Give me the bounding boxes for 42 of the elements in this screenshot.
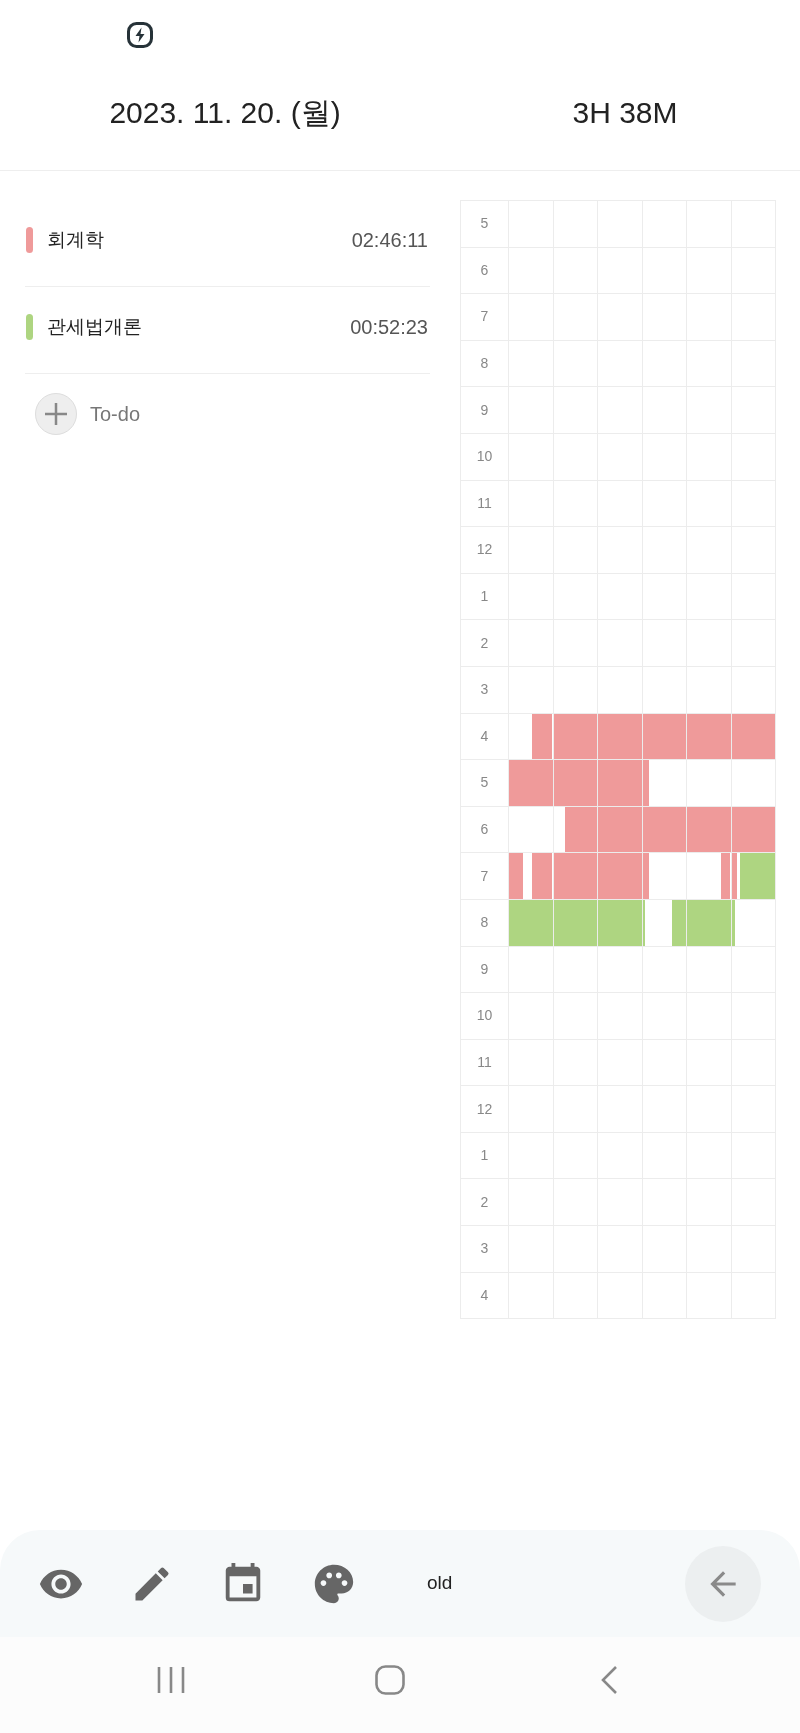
hour-label: 9 <box>480 400 489 420</box>
total-time: 3H 38M <box>572 94 678 131</box>
hour-label: 1 <box>480 587 489 607</box>
hour-label: 2 <box>480 1192 489 1212</box>
add-button[interactable] <box>35 393 77 435</box>
date-title: 2023. 11. 20. (월) <box>109 94 341 131</box>
todo-label[interactable]: To-do <box>90 399 141 429</box>
chevron-left-icon <box>600 1665 618 1695</box>
subject-time: 00:52:23 <box>350 315 428 340</box>
hour-label: 7 <box>480 307 489 327</box>
hour-label: 2 <box>480 633 489 653</box>
study-time-block <box>731 713 775 760</box>
hour-label: 4 <box>480 1285 489 1305</box>
hour-label: 10 <box>476 447 493 467</box>
study-time-block <box>687 713 731 760</box>
hour-label: 6 <box>480 820 489 839</box>
hour-label: 12 <box>476 540 493 560</box>
hour-label: 11 <box>477 1053 492 1072</box>
old-button[interactable]: old <box>422 1563 458 1604</box>
hour-label: 10 <box>476 1006 493 1026</box>
hour-label: 3 <box>480 1239 489 1259</box>
hour-label: 6 <box>480 260 489 280</box>
recent-apps-icon <box>157 1666 185 1694</box>
subject-time: 02:46:11 <box>351 228 428 253</box>
hour-label: 5 <box>480 214 489 234</box>
hour-label: 4 <box>480 726 489 746</box>
hour-label: 3 <box>480 680 489 700</box>
hour-label: 9 <box>480 959 489 979</box>
hour-label: 8 <box>480 913 489 933</box>
hour-label: 11 <box>477 493 492 513</box>
plus-icon <box>45 403 67 425</box>
hour-label: 7 <box>480 866 489 886</box>
bolt-icon <box>127 22 153 48</box>
hour-label: 12 <box>476 1099 493 1119</box>
hour-label: 1 <box>480 1146 489 1166</box>
subject-name[interactable]: 관세법개론 <box>47 312 142 342</box>
hour-label: 5 <box>480 773 489 793</box>
hour-label: 8 <box>480 354 489 374</box>
home-icon <box>375 1665 405 1695</box>
study-time-block <box>564 806 597 853</box>
study-time-block <box>740 853 775 899</box>
subject-name[interactable]: 회계학 <box>47 225 104 255</box>
